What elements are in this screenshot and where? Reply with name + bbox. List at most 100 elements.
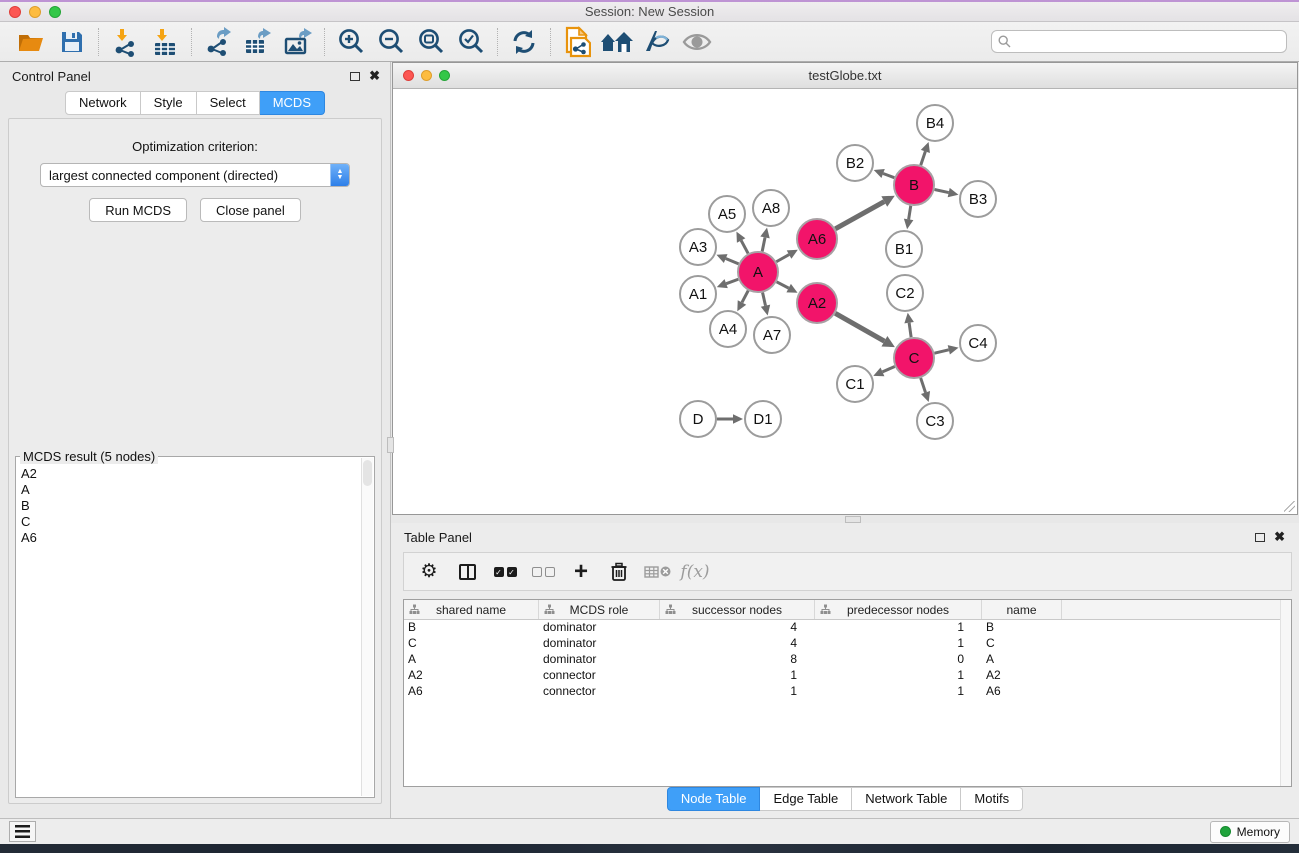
tab-network[interactable]: Network	[65, 91, 141, 115]
column-header-MCDS-role[interactable]: MCDS role	[539, 600, 660, 619]
table-scrollbar[interactable]	[1280, 600, 1291, 786]
node-B[interactable]: B	[893, 164, 935, 206]
open-file-button[interactable]	[12, 25, 52, 59]
edge-A-A4[interactable]	[742, 291, 748, 303]
edge-B-B4[interactable]	[921, 151, 926, 165]
window-resize-grip[interactable]	[1284, 501, 1295, 512]
close-window-button[interactable]	[9, 6, 21, 18]
result-item[interactable]: A6	[21, 530, 361, 546]
node-A5[interactable]: A5	[708, 195, 746, 233]
result-scrollbar[interactable]	[361, 458, 373, 796]
edge-A-A6[interactable]	[776, 255, 789, 262]
zoom-in-button[interactable]	[331, 25, 371, 59]
node-B3[interactable]: B3	[959, 180, 997, 218]
edge-C-C1[interactable]	[882, 366, 894, 371]
node-B4[interactable]: B4	[916, 104, 954, 142]
node-B2[interactable]: B2	[836, 144, 874, 182]
network-canvas[interactable]: B4B2BB3A5A8A6B1A3AA1C2A2A4A7C4CC1C3DD1	[393, 90, 1297, 514]
table-row[interactable]: A6connector11A6	[404, 684, 1291, 700]
column-header-shared-name[interactable]: shared name	[404, 600, 539, 619]
edge-A-A1[interactable]	[726, 279, 738, 283]
criterion-select[interactable]: largest connected component (directed) ▲…	[40, 163, 350, 187]
run-mcds-button[interactable]: Run MCDS	[89, 198, 187, 222]
node-C3[interactable]: C3	[916, 402, 954, 440]
select-all-button[interactable]: ✓✓	[486, 557, 524, 587]
toggle-graphics-details-button[interactable]	[637, 25, 677, 59]
zoom-out-button[interactable]	[371, 25, 411, 59]
tab-network-table[interactable]: Network Table	[852, 787, 961, 811]
mcds-result-list[interactable]: A2ABCA6	[17, 458, 361, 796]
table-settings-button[interactable]: ⚙	[410, 557, 448, 587]
edge-A-A2[interactable]	[777, 282, 789, 288]
export-network-button[interactable]	[198, 25, 238, 59]
edge-A6-B[interactable]	[835, 202, 884, 229]
zoom-window-button[interactable]	[49, 6, 61, 18]
save-session-button[interactable]	[52, 25, 92, 59]
result-item[interactable]: B	[21, 498, 361, 514]
node-C4[interactable]: C4	[959, 324, 997, 362]
tab-select[interactable]: Select	[197, 91, 260, 115]
edge-C-C2[interactable]	[909, 323, 911, 337]
node-C1[interactable]: C1	[836, 365, 874, 403]
network-window-titlebar[interactable]: testGlobe.txt	[393, 63, 1297, 89]
tab-edge-table[interactable]: Edge Table	[760, 787, 852, 811]
home-button[interactable]	[597, 25, 637, 59]
edge-C-C4[interactable]	[934, 350, 948, 353]
deselect-all-button[interactable]	[524, 557, 562, 587]
network-minimize-button[interactable]	[421, 70, 432, 81]
network-zoom-button[interactable]	[439, 70, 450, 81]
table-row[interactable]: Adominator80A	[404, 652, 1291, 668]
function-builder-button[interactable]: f(x)	[676, 557, 714, 587]
table-row[interactable]: Cdominator41C	[404, 636, 1291, 652]
minimize-window-button[interactable]	[29, 6, 41, 18]
result-item[interactable]: C	[21, 514, 361, 530]
delete-column-button[interactable]	[600, 557, 638, 587]
float-table-panel-icon[interactable]	[1255, 533, 1265, 542]
edge-C-C3[interactable]	[921, 378, 926, 393]
export-table-button[interactable]	[238, 25, 278, 59]
table-row[interactable]: Bdominator41B	[404, 620, 1291, 636]
tab-motifs[interactable]: Motifs	[961, 787, 1023, 811]
result-item[interactable]: A	[21, 482, 361, 498]
edge-B-B3[interactable]	[935, 189, 949, 192]
node-A[interactable]: A	[737, 251, 779, 293]
node-A3[interactable]: A3	[679, 228, 717, 266]
edge-A2-C[interactable]	[835, 313, 884, 341]
column-header-successor-nodes[interactable]: successor nodes	[660, 600, 815, 619]
node-D1[interactable]: D1	[744, 400, 782, 438]
horizontal-splitter-handle[interactable]	[845, 516, 861, 523]
network-file-button[interactable]	[557, 25, 597, 59]
edge-A-A5[interactable]	[741, 240, 748, 253]
import-table-button[interactable]	[145, 25, 185, 59]
show-columns-button[interactable]	[448, 557, 486, 587]
edge-A-A7[interactable]	[763, 292, 766, 305]
node-A6[interactable]: A6	[796, 218, 838, 260]
zoom-selected-button[interactable]	[451, 25, 491, 59]
node-A1[interactable]: A1	[679, 275, 717, 313]
node-C2[interactable]: C2	[886, 274, 924, 312]
node-A2[interactable]: A2	[796, 282, 838, 324]
birds-eye-view-button[interactable]	[677, 25, 717, 59]
zoom-fit-button[interactable]	[411, 25, 451, 59]
result-item[interactable]: A2	[21, 466, 361, 482]
node-B1[interactable]: B1	[885, 230, 923, 268]
export-image-button[interactable]	[278, 25, 318, 59]
network-close-button[interactable]	[403, 70, 414, 81]
add-column-button[interactable]: +	[562, 557, 600, 587]
close-panel-button[interactable]: Close panel	[200, 198, 301, 222]
node-A7[interactable]: A7	[753, 316, 791, 354]
column-header-name[interactable]: name	[982, 600, 1062, 619]
close-panel-icon[interactable]: ✖	[369, 71, 380, 81]
edge-B-B1[interactable]	[909, 206, 911, 220]
refresh-button[interactable]	[504, 25, 544, 59]
tab-style[interactable]: Style	[141, 91, 197, 115]
edge-A-A3[interactable]	[726, 259, 739, 264]
table-row[interactable]: A2connector11A2	[404, 668, 1291, 684]
edge-A-A8[interactable]	[762, 237, 765, 251]
memory-button[interactable]: Memory	[1210, 821, 1290, 843]
column-header-predecessor-nodes[interactable]: predecessor nodes	[815, 600, 982, 619]
tab-mcds[interactable]: MCDS	[260, 91, 325, 115]
vertical-splitter-handle[interactable]	[387, 437, 394, 453]
node-A4[interactable]: A4	[709, 310, 747, 348]
edge-B-B2[interactable]	[883, 173, 894, 177]
